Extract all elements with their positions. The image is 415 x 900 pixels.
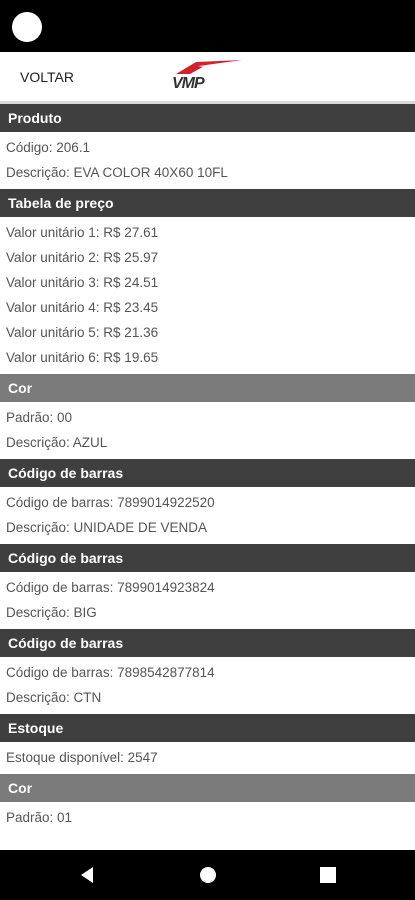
- camera-cutout: [12, 12, 42, 42]
- section-body: Código de barras: 7899014922520 Descrição…: [0, 487, 415, 544]
- section-header: Código de barras: [0, 629, 415, 657]
- detail-row: Valor unitário 3: R$ 24.51: [6, 275, 159, 290]
- detail-row: Descrição: EVA COLOR 40X60 10FL: [6, 165, 228, 180]
- back-button[interactable]: VOLTAR: [20, 69, 74, 85]
- detail-row: Código de barras: 7898542877814: [6, 665, 215, 680]
- detail-row: Descrição: CTN: [6, 690, 102, 705]
- section-body: Estoque disponível: 2547: [0, 742, 415, 774]
- detail-row: Valor unitário 1: R$ 27.61: [6, 225, 159, 240]
- section-header: Cor: [0, 374, 415, 402]
- section-body: Código: 206.1 Descrição: EVA COLOR 40X60 …: [0, 132, 415, 189]
- section-header: Código de barras: [0, 544, 415, 572]
- triangle-back-icon[interactable]: [76, 864, 98, 886]
- detail-row: Código: 206.1: [6, 140, 91, 155]
- circle-home-icon[interactable]: [197, 864, 219, 886]
- detail-row: Valor unitário 2: R$ 25.97: [6, 250, 159, 265]
- section-header: Cor: [0, 774, 415, 802]
- detail-row: Padrão: 01: [6, 810, 73, 825]
- vmp-logo: VMP: [172, 60, 244, 96]
- detail-row: Valor unitário 6: R$ 19.65: [6, 350, 159, 365]
- status-bar: [0, 0, 415, 52]
- detail-row: Padrão: 00: [6, 410, 73, 425]
- square-recents-icon[interactable]: [317, 864, 339, 886]
- section-body: Valor unitário 1: R$ 27.61 Valor unitário…: [0, 217, 415, 374]
- section-header: Produto: [0, 104, 415, 132]
- section-body: Código de barras: 7899014923824 Descrição…: [0, 572, 415, 629]
- section-header: Estoque: [0, 714, 415, 742]
- detail-row: Valor unitário 4: R$ 23.45: [6, 300, 159, 315]
- detail-row: Descrição: UNIDADE DE VENDA: [6, 520, 208, 535]
- section-body: Padrão: 00 Descrição: AZUL: [0, 402, 415, 459]
- detail-row: Descrição: BIG: [6, 605, 97, 620]
- detail-row: Código de barras: 7899014922520: [6, 495, 215, 510]
- detail-row: Descrição: AZUL: [6, 435, 108, 450]
- section-body: Código de barras: 7898542877814 Descrição…: [0, 657, 415, 714]
- section-header: Tabela de preço: [0, 189, 415, 217]
- section-header: Código de barras: [0, 459, 415, 487]
- app-header: VOLTAR VMP: [0, 52, 415, 104]
- detail-row: Código de barras: 7899014923824: [6, 580, 215, 595]
- logo-mark-icon: [176, 60, 242, 74]
- detail-row: Estoque disponível: 2547: [6, 750, 158, 765]
- section-body: Padrão: 01: [0, 802, 415, 834]
- product-detail-list: Produto Código: 206.1 Descrição: EVA COLOR…: [0, 104, 415, 834]
- app-screen: VOLTAR VMP Produto Código: 206.1 Descrição…: [0, 52, 415, 850]
- logo-text: VMP: [172, 75, 205, 92]
- navigation-bar: [0, 850, 415, 900]
- detail-row: Valor unitário 5: R$ 21.36: [6, 325, 159, 340]
